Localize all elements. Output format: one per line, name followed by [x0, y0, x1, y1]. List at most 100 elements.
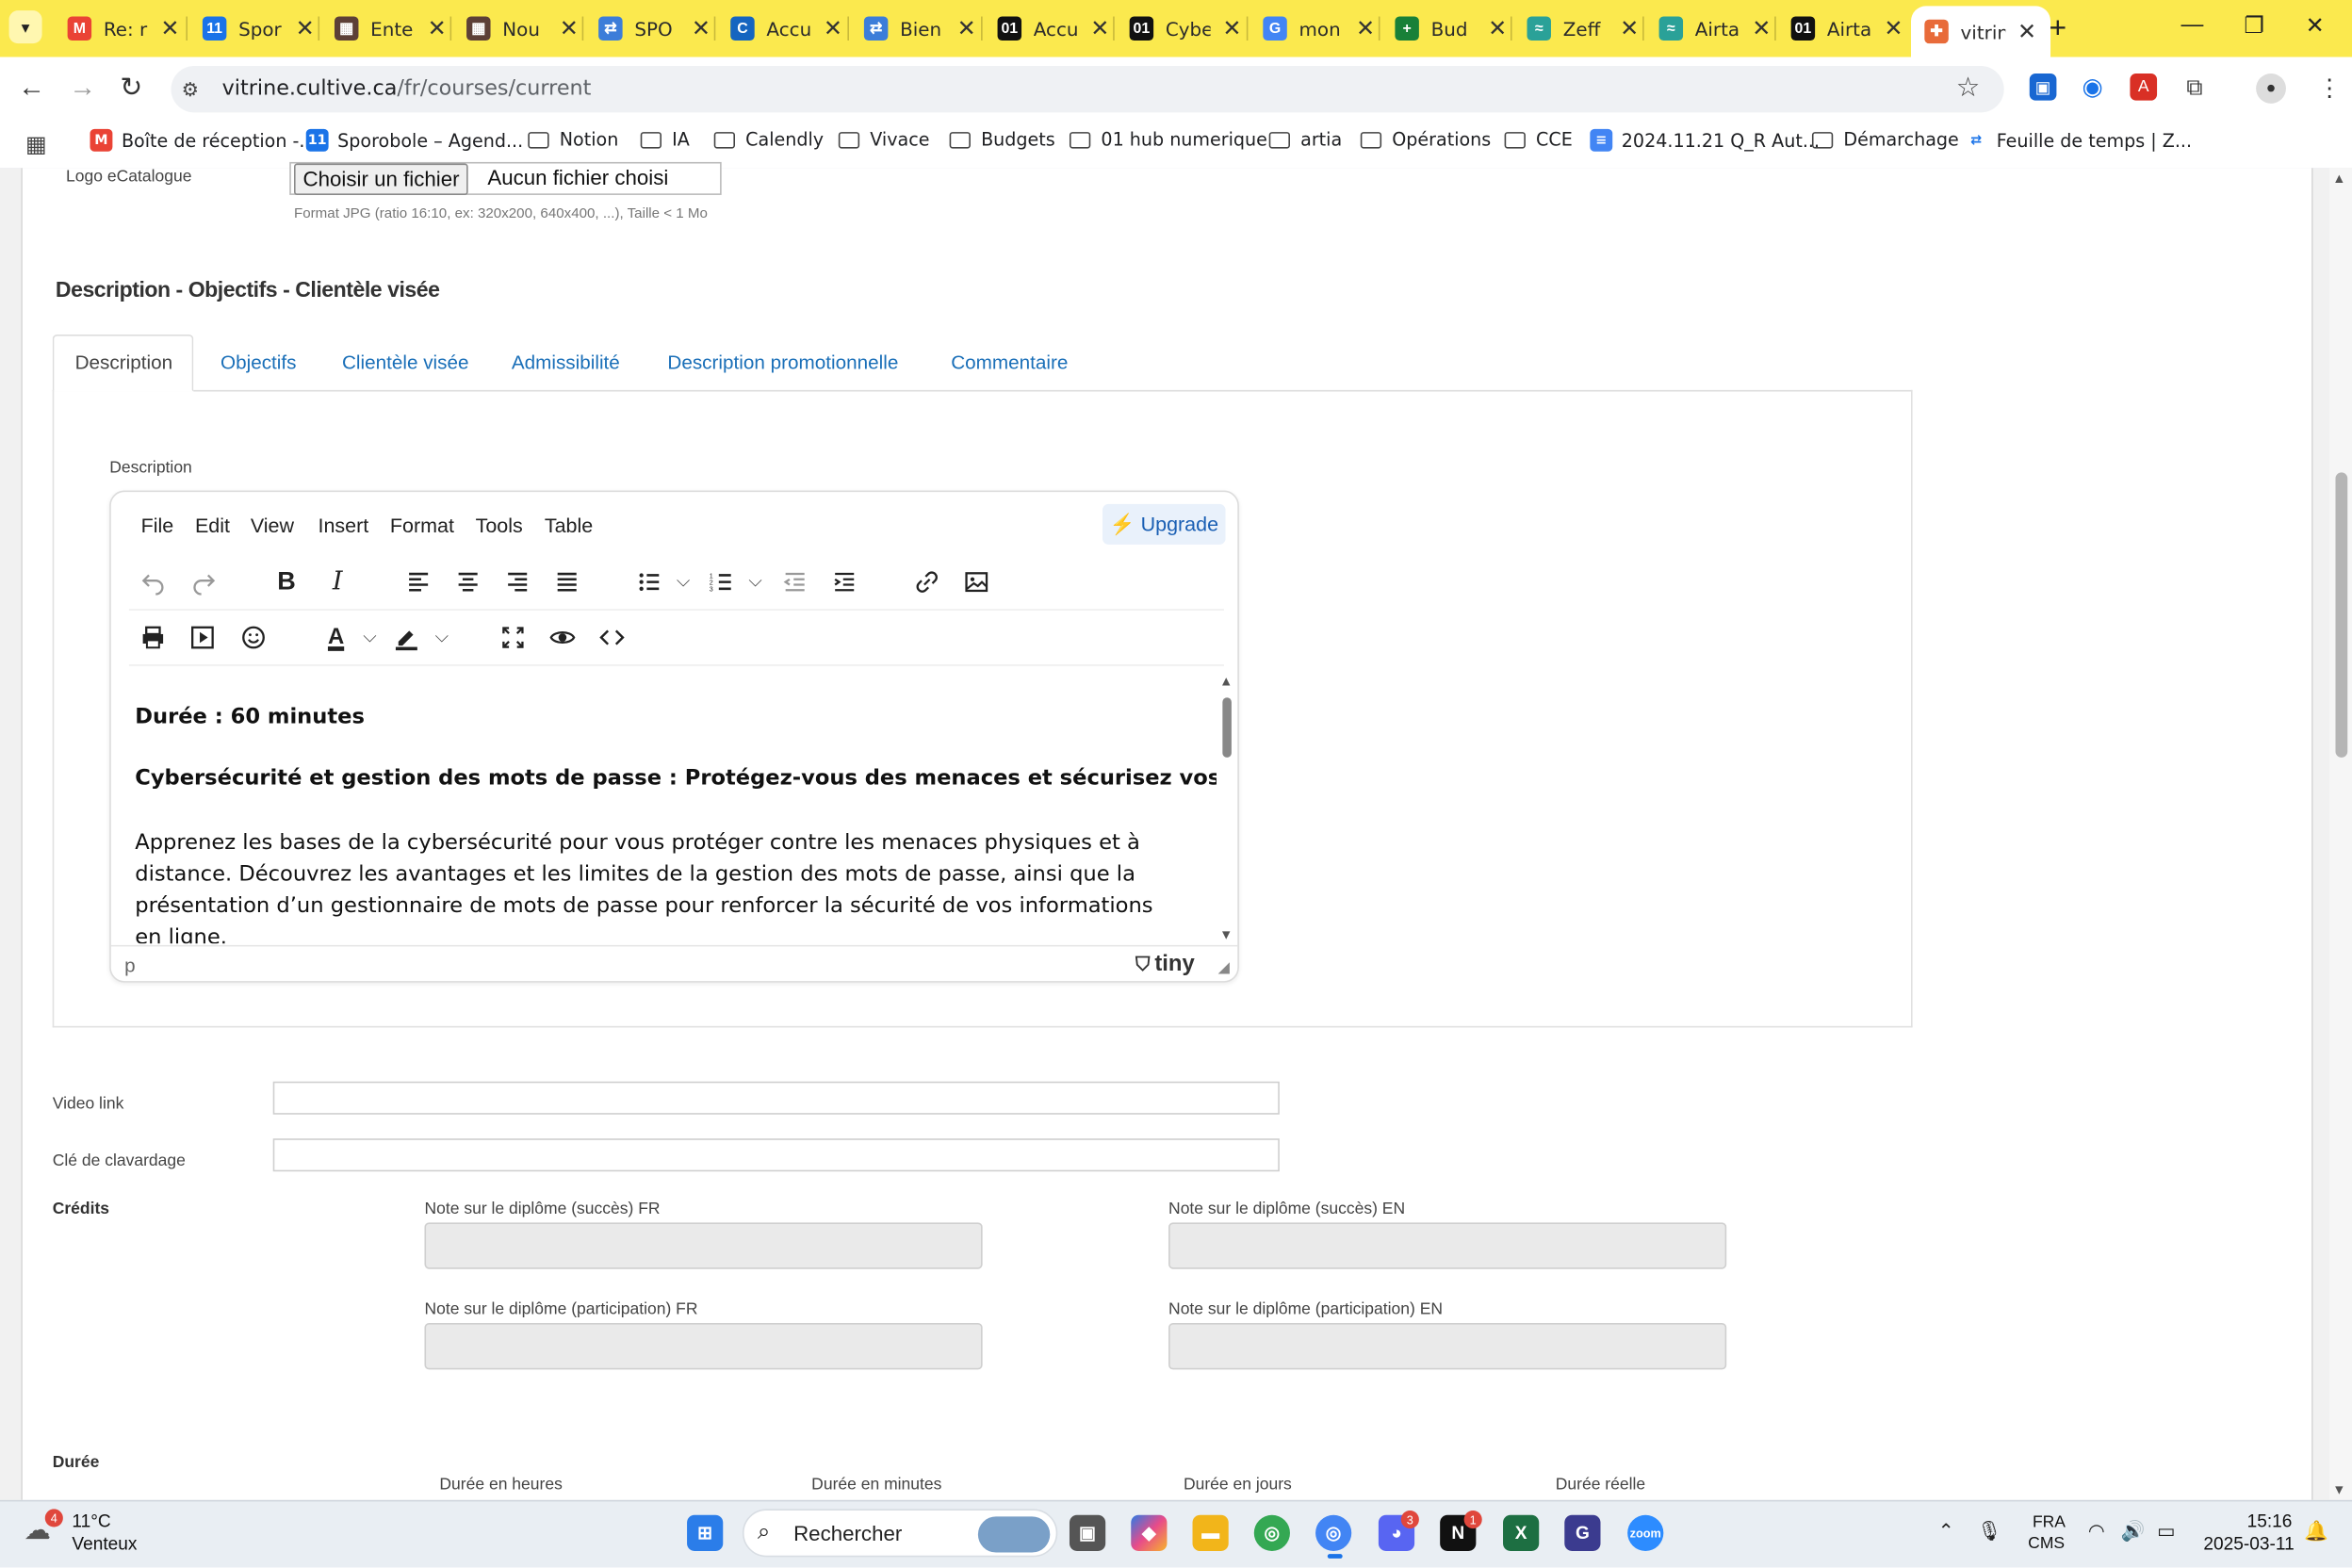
zoom-icon[interactable]: zoom [1627, 1514, 1664, 1551]
bold-icon[interactable]: B [270, 565, 303, 598]
bookmark-item[interactable]: Calendly [713, 129, 824, 150]
tab-close-icon[interactable]: ✕ [1620, 15, 1639, 42]
tab-objectifs[interactable]: Objectifs [220, 351, 297, 373]
bookmark-item[interactable]: ⇄ Feuille de temps | Z... [1965, 128, 2192, 152]
back-button[interactable]: ← [18, 72, 45, 103]
media-icon[interactable] [186, 621, 219, 654]
browser-tab[interactable]: Gmon ✕ [1250, 6, 1383, 51]
restore-button[interactable]: ❐ [2244, 12, 2263, 40]
bookmark-item[interactable]: ≡ 2024.11.21 Q_R Aut... [1590, 128, 1820, 152]
fullscreen-icon[interactable] [497, 621, 530, 654]
tab-close-icon[interactable]: ✕ [296, 15, 315, 42]
tab-description-promotionnelle[interactable]: Description promotionnelle [667, 351, 898, 373]
editor-scroll-thumb[interactable] [1222, 697, 1232, 758]
puzzle-icon[interactable]: ⧉ [2180, 74, 2209, 101]
text-color-icon[interactable]: A [319, 619, 352, 652]
chrome-menu-icon[interactable]: ⋮ [2317, 74, 2341, 104]
weather-temp[interactable]: 11°C [72, 1511, 110, 1531]
tab-close-icon[interactable]: ✕ [1222, 15, 1241, 42]
bookmark-item[interactable]: Démarchage [1811, 129, 1959, 150]
battery-icon[interactable]: ▭ [2157, 1520, 2176, 1544]
element-path[interactable]: p [124, 954, 136, 976]
close-window-button[interactable]: ✕ [2306, 12, 2325, 40]
tab-close-icon[interactable]: ✕ [957, 15, 976, 42]
resize-handle-icon[interactable]: ◢ [1218, 960, 1230, 977]
page-scroll-down-icon[interactable]: ▼ [2332, 1482, 2345, 1497]
menu-tools[interactable]: Tools [476, 514, 523, 537]
tab-close-icon[interactable]: ✕ [1884, 15, 1903, 42]
excel-icon[interactable]: X [1503, 1514, 1540, 1551]
logo-file-input[interactable]: Choisir un fichier Aucun fichier choisi [289, 161, 722, 195]
bookmark-item[interactable]: 01 hub numerique [1069, 129, 1267, 150]
choose-file-button[interactable]: Choisir un fichier [294, 163, 469, 195]
editor-content[interactable]: Durée : 60 minutes Cybersécurité et gest… [112, 672, 1217, 943]
notifications-icon[interactable]: 🔔 [2304, 1520, 2328, 1544]
browser-tab[interactable]: M Re: r ✕ [54, 6, 188, 51]
numbered-list-chevron-icon[interactable]: ⌵ [748, 570, 762, 593]
tab-close-icon[interactable]: ✕ [1356, 15, 1375, 42]
browser-tab[interactable]: 01 Cybe ✕ [1116, 6, 1250, 51]
site-info-icon[interactable]: ⚙ [182, 78, 200, 102]
align-left-icon[interactable] [402, 565, 435, 598]
bookmark-item[interactable]: M Boîte de réception -... [90, 128, 317, 152]
bullet-list-chevron-icon[interactable]: ⌵ [677, 570, 691, 593]
minimize-button[interactable]: — [2181, 12, 2204, 38]
file-explorer-icon[interactable]: ▬ [1192, 1514, 1229, 1551]
scroll-up-icon[interactable]: ▲ [1219, 674, 1233, 689]
page-scroll-thumb[interactable] [2335, 472, 2348, 758]
bookmark-item[interactable]: CCE [1504, 129, 1573, 150]
bookmark-item[interactable]: artia [1268, 129, 1342, 150]
extension-circle-icon[interactable]: ◉ [2079, 74, 2106, 101]
browser-tab[interactable]: ≈ Airta ✕ [1645, 6, 1779, 51]
text-color-chevron-icon[interactable]: ⌵ [363, 626, 377, 648]
link-icon[interactable] [910, 565, 943, 598]
tab-close-icon[interactable]: ✕ [160, 15, 179, 42]
emoji-icon[interactable] [237, 621, 270, 654]
tab-clientele[interactable]: Clientèle visée [342, 351, 469, 373]
browser-tab[interactable]: ▦ Nou ✕ [453, 6, 587, 51]
new-tab-button[interactable]: + [2049, 12, 2066, 47]
language-indicator[interactable]: FRA [2033, 1513, 2066, 1531]
outdent-icon[interactable] [778, 565, 811, 598]
page-scrollbar[interactable] [2329, 168, 2352, 1500]
source-code-icon[interactable] [596, 621, 629, 654]
clock-time[interactable]: 15:16 [2247, 1511, 2293, 1531]
highlight-chevron-icon[interactable]: ⌵ [435, 626, 449, 648]
profile-avatar[interactable]: ● [2256, 74, 2286, 104]
language-sub[interactable]: CMS [2028, 1534, 2065, 1552]
app-g-icon[interactable]: G [1564, 1514, 1601, 1551]
bookmark-item[interactable]: Budgets [949, 129, 1055, 150]
browser-tab[interactable]: + Bud ✕ [1381, 6, 1515, 51]
start-windows-icon[interactable]: ⊞ [687, 1514, 724, 1551]
bookmark-star-icon[interactable]: ☆ [1956, 72, 1981, 103]
browser-tab[interactable]: C Accu ✕ [717, 6, 851, 51]
tab-description[interactable]: Description [75, 351, 173, 373]
browser-tab[interactable]: 01 Airta ✕ [1777, 6, 1911, 51]
preview-icon[interactable] [546, 621, 579, 654]
bookmark-item[interactable]: Opérations [1360, 129, 1491, 150]
browser-tab[interactable]: ✚ vitrin ✕ [1911, 6, 2051, 57]
menu-table[interactable]: Table [545, 514, 593, 537]
browser-tab[interactable]: ⇄ Bien ✕ [851, 6, 985, 51]
redo-icon[interactable] [188, 565, 220, 598]
tab-commentaire[interactable]: Commentaire [951, 351, 1068, 373]
menu-file[interactable]: File [141, 514, 174, 537]
browser-tab[interactable]: ▦ Ente ✕ [321, 6, 455, 51]
url-text[interactable]: vitrine.cultive.ca/fr/courses/current [222, 76, 592, 100]
tray-chevron-icon[interactable]: ⌃ [1938, 1520, 1954, 1544]
tab-close-icon[interactable]: ✕ [824, 15, 842, 42]
chat-key-input[interactable] [272, 1138, 1280, 1172]
chrome-icon[interactable]: ◎ [1253, 1514, 1290, 1551]
task-view-icon[interactable]: ▣ [1069, 1514, 1106, 1551]
bookmark-item[interactable]: IA [640, 129, 690, 150]
tab-search-button[interactable]: ▾ [8, 10, 42, 44]
numbered-list-icon[interactable]: 123 [705, 565, 738, 598]
note-success-fr-input[interactable] [424, 1222, 983, 1269]
highlight-color-icon[interactable] [390, 621, 423, 654]
volume-icon[interactable]: 🔊 [2121, 1520, 2146, 1544]
justify-icon[interactable] [550, 565, 583, 598]
mic-icon[interactable]: 🎙 [1977, 1520, 2001, 1544]
scroll-down-icon[interactable]: ▼ [1219, 927, 1233, 942]
tiny-logo[interactable]: ⛉ tiny [1135, 951, 1195, 976]
reload-button[interactable]: ↻ [120, 72, 142, 103]
